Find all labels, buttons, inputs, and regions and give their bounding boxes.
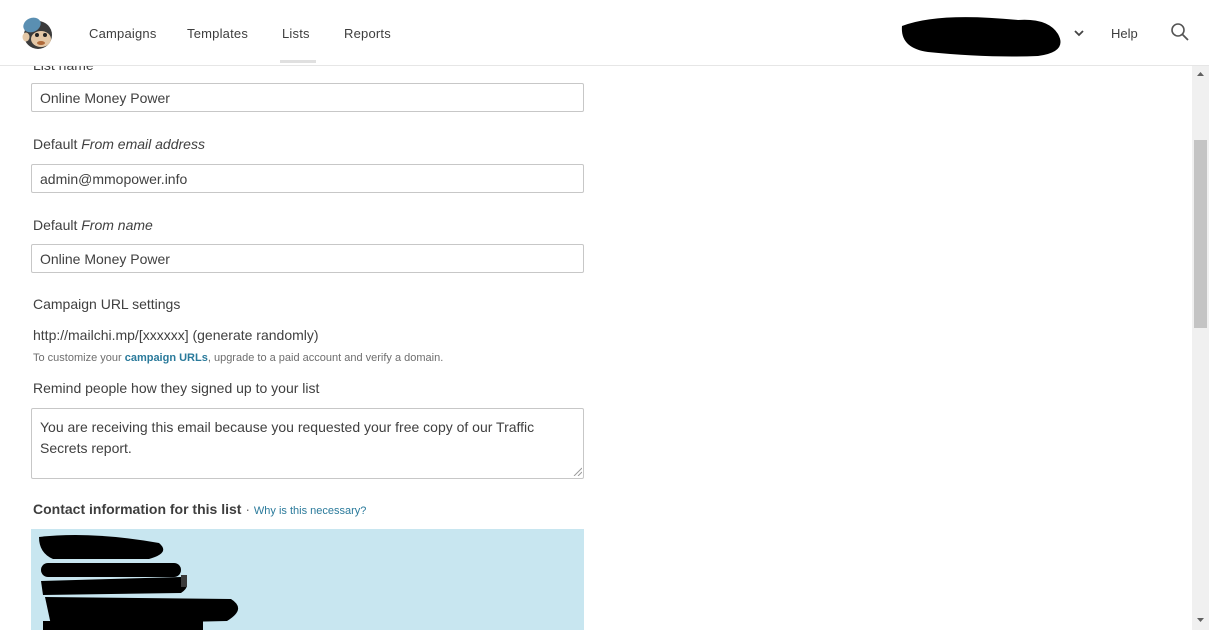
from-email-label-emphasis: From email address <box>81 136 205 152</box>
note-prefix: To customize your <box>33 352 125 364</box>
from-email-label-prefix: Default <box>33 136 82 152</box>
scrollbar-thumb[interactable] <box>1194 140 1207 328</box>
search-icon[interactable] <box>1170 22 1190 42</box>
campaign-url-label: Campaign URL settings <box>33 296 181 312</box>
scroll-up-arrow-icon[interactable] <box>1192 66 1209 83</box>
reminder-label: Remind people how they signed up to your… <box>33 380 320 396</box>
from-name-label-prefix: Default <box>33 217 82 233</box>
nav-templates[interactable]: Templates <box>187 26 248 41</box>
from-name-label: Default From name <box>33 217 153 233</box>
from-name-input[interactable] <box>31 244 584 273</box>
nav-campaigns[interactable]: Campaigns <box>89 26 157 41</box>
scroll-down-arrow-icon[interactable] <box>1192 611 1209 628</box>
campaign-urls-link[interactable]: campaign URLs <box>125 352 208 364</box>
from-email-input[interactable] <box>31 164 584 193</box>
nav-reports[interactable]: Reports <box>344 26 391 41</box>
resize-handle-icon[interactable] <box>572 466 582 476</box>
from-name-label-emphasis: From name <box>81 217 153 233</box>
mailchimp-logo-icon[interactable] <box>20 15 56 51</box>
campaign-url-value: http://mailchi.mp/[xxxxxx] (generate ran… <box>33 327 319 343</box>
campaign-url-note: To customize your campaign URLs, upgrade… <box>33 352 443 364</box>
contact-label: Contact information for this list <box>33 501 242 517</box>
redacted-contact-details <box>39 535 239 630</box>
nav-active-indicator <box>280 60 316 63</box>
nav-lists[interactable]: Lists <box>282 26 310 41</box>
contact-separator: · <box>241 501 254 517</box>
nav-help[interactable]: Help <box>1111 26 1138 41</box>
redacted-account-name[interactable] <box>898 12 1066 58</box>
top-navigation-bar: Campaigns Templates Lists Reports Help <box>0 0 1209 66</box>
list-name-input[interactable] <box>31 83 584 112</box>
contact-label-row: Contact information for this list · Why … <box>33 501 366 517</box>
why-necessary-link[interactable]: Why is this necessary? <box>254 505 366 517</box>
from-email-label: Default From email address <box>33 136 205 152</box>
chevron-down-icon[interactable] <box>1072 28 1086 38</box>
main-content: List name Default From email address Def… <box>0 0 1192 630</box>
note-suffix: , upgrade to a paid account and verify a… <box>207 352 444 364</box>
reminder-textarea[interactable]: You are receiving this email because you… <box>31 408 584 479</box>
